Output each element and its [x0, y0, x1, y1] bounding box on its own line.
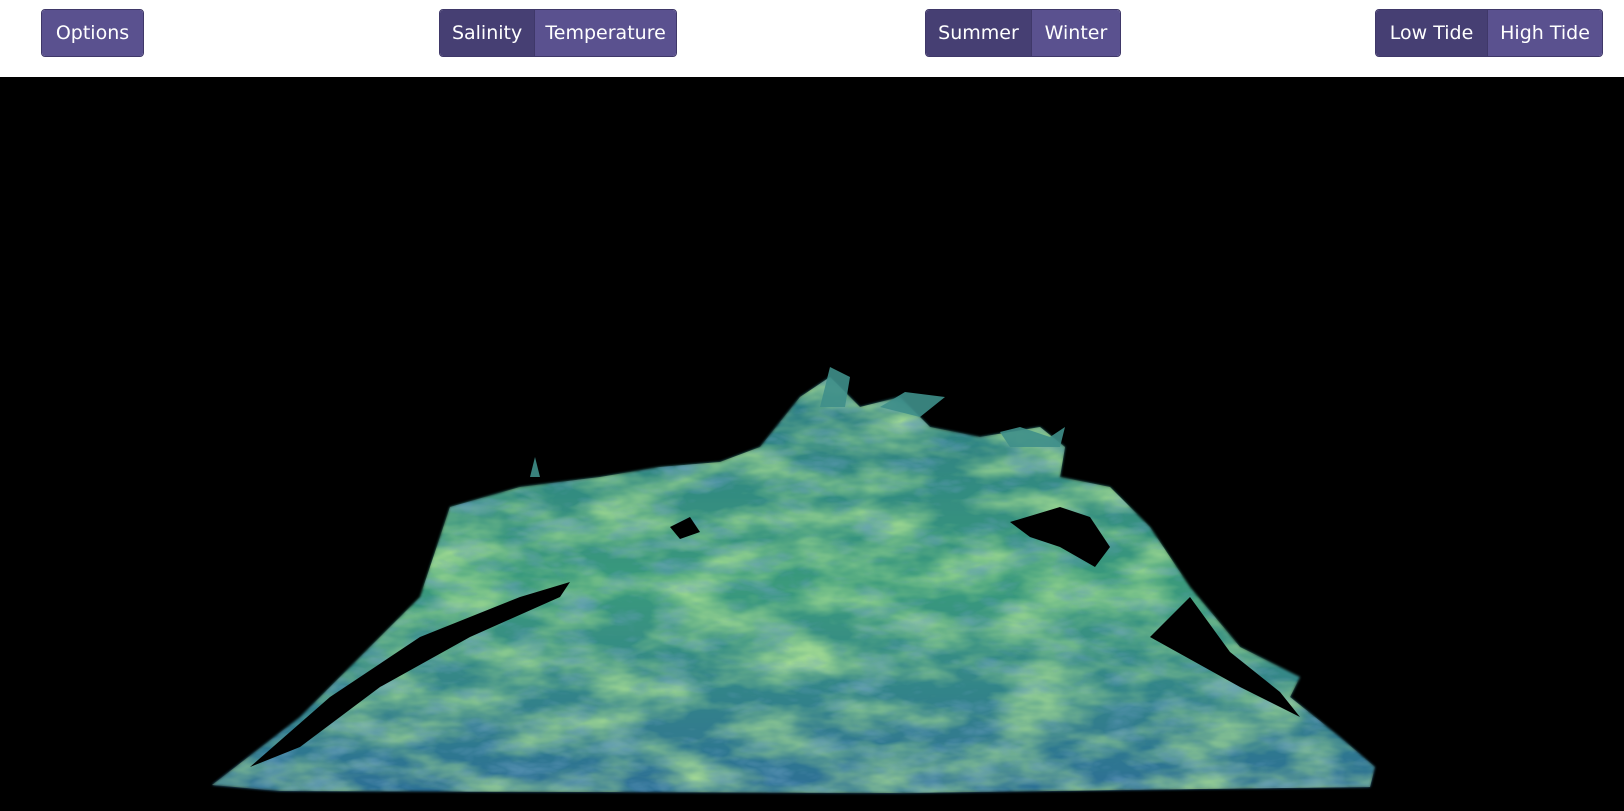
ocean-volume: [212, 377, 1375, 793]
low-tide-button[interactable]: Low Tide: [1376, 10, 1488, 56]
options-group: Options: [41, 9, 144, 57]
season-toggle-group: Summer Winter: [925, 9, 1121, 57]
salinity-button[interactable]: Salinity: [440, 10, 535, 56]
high-tide-button[interactable]: High Tide: [1487, 10, 1602, 56]
tide-toggle-group: Low Tide High Tide: [1375, 9, 1603, 57]
toolbar: Options Salinity Temperature Summer Wint…: [0, 0, 1624, 77]
options-button[interactable]: Options: [42, 10, 143, 56]
summer-button[interactable]: Summer: [926, 10, 1031, 56]
volume-render-viewport[interactable]: [0, 77, 1624, 811]
volume-render: [212, 367, 1375, 793]
variable-toggle-group: Salinity Temperature: [439, 9, 677, 57]
winter-button[interactable]: Winter: [1030, 10, 1120, 56]
temperature-button[interactable]: Temperature: [534, 10, 676, 56]
